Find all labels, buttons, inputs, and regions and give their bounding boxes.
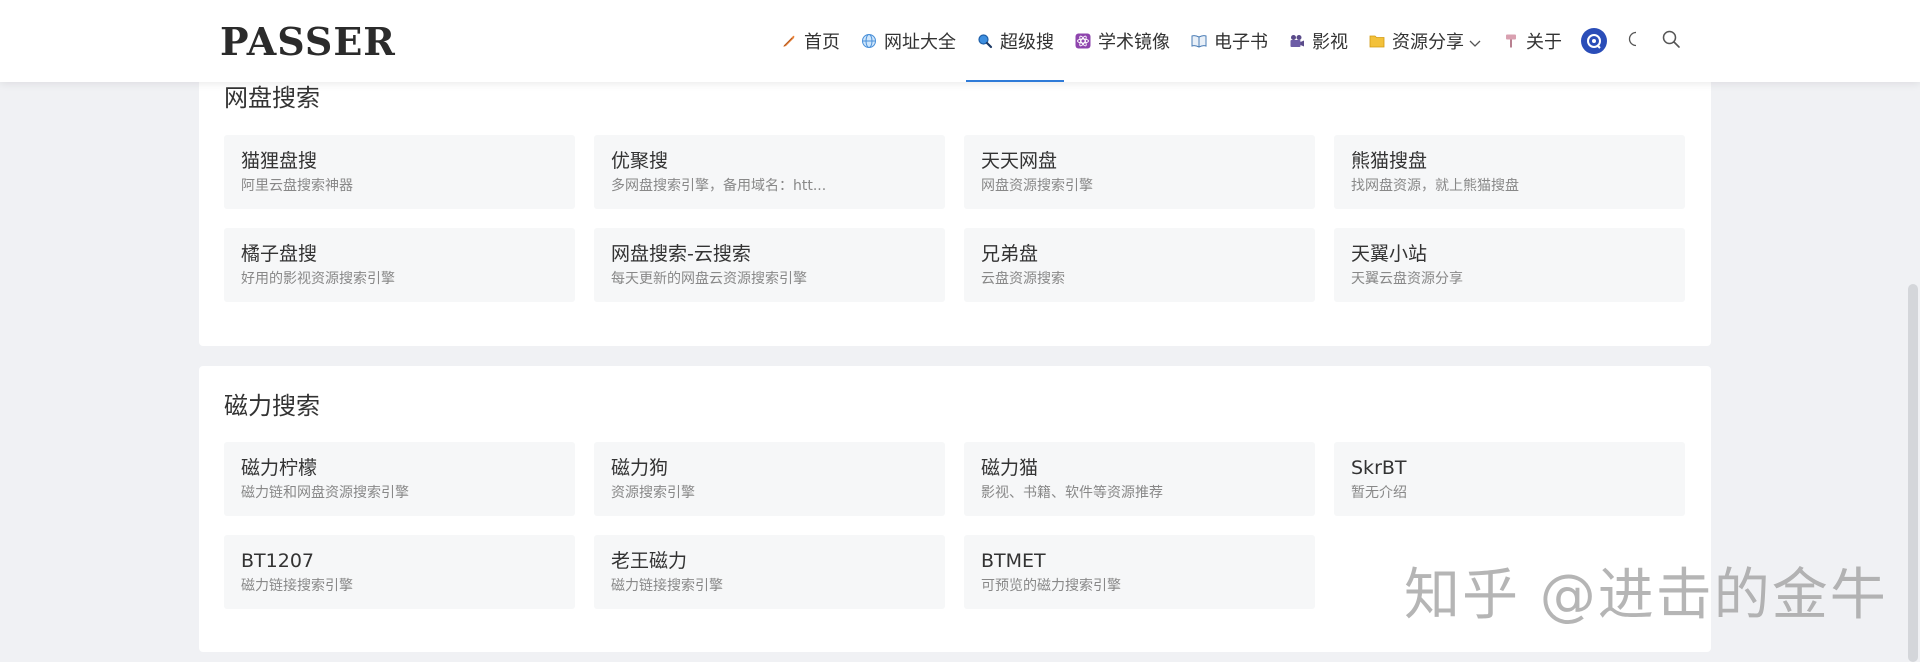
site-card[interactable]: 老王磁力 磁力链接搜索引擎 bbox=[594, 535, 945, 609]
site-desc: 暂无介绍 bbox=[1351, 485, 1407, 501]
site-name: 天天网盘 bbox=[981, 150, 1058, 172]
site-name: 磁力猫 bbox=[981, 457, 1039, 479]
book-icon bbox=[1190, 32, 1208, 50]
site-name: 优聚搜 bbox=[611, 150, 669, 172]
nav-item-label: 资源分享 bbox=[1392, 32, 1464, 53]
nav-item-home[interactable]: 首页 bbox=[770, 0, 850, 82]
site-desc: 找网盘资源，就上熊猫搜盘 bbox=[1351, 178, 1519, 194]
site-card[interactable]: 熊猫搜盘 找网盘资源，就上熊猫搜盘 bbox=[1334, 135, 1685, 209]
site-card[interactable]: 猫狸盘搜 阿里云盘搜索神器 bbox=[224, 135, 575, 209]
site-name: 橘子盘搜 bbox=[241, 243, 318, 265]
nav-item-academic[interactable]: 学术镜像 bbox=[1064, 0, 1180, 82]
site-name: 磁力柠檬 bbox=[241, 457, 318, 479]
search-icon bbox=[1661, 29, 1681, 53]
nav-item-label: 电子书 bbox=[1214, 32, 1268, 53]
nav-item-label: 关于 bbox=[1526, 32, 1562, 53]
site-grid: 猫狸盘搜 阿里云盘搜索神器 优聚搜 多网盘搜索引擎，备用域名：htt... 天天… bbox=[224, 135, 1686, 302]
site-desc: 影视、书籍、软件等资源推荐 bbox=[981, 485, 1163, 501]
site-desc: 云盘资源搜索 bbox=[981, 271, 1065, 287]
site-desc: 磁力链接搜索引擎 bbox=[241, 578, 353, 594]
camera-icon bbox=[1288, 32, 1306, 50]
site-card[interactable]: SkrBT 暂无介绍 bbox=[1334, 442, 1685, 516]
feather-icon bbox=[780, 32, 798, 50]
site-name: 熊猫搜盘 bbox=[1351, 150, 1428, 172]
site-card[interactable]: BT1207 磁力链接搜索引擎 bbox=[224, 535, 575, 609]
folder-icon bbox=[1368, 32, 1386, 50]
avatar bbox=[1581, 28, 1607, 54]
site-desc: 每天更新的网盘云资源搜索引擎 bbox=[611, 271, 807, 287]
site-desc: 磁力链接搜索引擎 bbox=[611, 578, 723, 594]
site-card[interactable]: 磁力猫 影视、书籍、软件等资源推荐 bbox=[964, 442, 1315, 516]
site-name: SkrBT bbox=[1351, 457, 1407, 479]
site-desc: 天翼云盘资源分享 bbox=[1351, 271, 1463, 287]
site-name: 老王磁力 bbox=[611, 550, 688, 572]
nav-item-resources[interactable]: 资源分享 bbox=[1358, 0, 1492, 82]
site-name: 猫狸盘搜 bbox=[241, 150, 318, 172]
site-name: 兄弟盘 bbox=[981, 243, 1039, 265]
globe-icon bbox=[860, 32, 878, 50]
nav-item-label: 首页 bbox=[804, 32, 840, 53]
site-logo[interactable]: PASSER bbox=[220, 20, 396, 64]
dark-mode-toggle[interactable] bbox=[1616, 0, 1652, 82]
watermark: 知乎 @进击的金牛 bbox=[1404, 563, 1888, 628]
site-card[interactable]: 磁力柠檬 磁力链和网盘资源搜索引擎 bbox=[224, 442, 575, 516]
nav-item-label: 网址大全 bbox=[884, 32, 956, 53]
nav-item-ebook[interactable]: 电子书 bbox=[1180, 0, 1278, 82]
site-card[interactable]: 天翼小站 天翼云盘资源分享 bbox=[1334, 228, 1685, 302]
site-card[interactable]: 网盘搜索-云搜索 每天更新的网盘云资源搜索引擎 bbox=[594, 228, 945, 302]
site-name: BTMET bbox=[981, 550, 1046, 572]
section-cloud-disk-search: 网盘搜索 猫狸盘搜 阿里云盘搜索神器 优聚搜 多网盘搜索引擎，备用域名：htt.… bbox=[199, 62, 1711, 346]
section-title: 网盘搜索 bbox=[224, 84, 320, 112]
site-card[interactable]: 天天网盘 网盘资源搜索引擎 bbox=[964, 135, 1315, 209]
site-desc: 可预览的磁力搜索引擎 bbox=[981, 578, 1121, 594]
site-name: 磁力狗 bbox=[611, 457, 669, 479]
top-navbar: PASSER 首页 网址大全 超级搜 学术镜像 电子书 影视 资源分享 关于 bbox=[0, 0, 1920, 82]
site-desc: 网盘资源搜索引擎 bbox=[981, 178, 1093, 194]
site-card[interactable]: 橘子盘搜 好用的影视资源搜索引擎 bbox=[224, 228, 575, 302]
site-name: 天翼小站 bbox=[1351, 243, 1428, 265]
moon-icon bbox=[1625, 30, 1643, 52]
site-desc: 资源搜索引擎 bbox=[611, 485, 695, 501]
search-icon bbox=[976, 32, 994, 50]
site-name: BT1207 bbox=[241, 550, 314, 572]
site-desc: 多网盘搜索引擎，备用域名：htt... bbox=[611, 178, 827, 194]
nav-item-movies[interactable]: 影视 bbox=[1278, 0, 1358, 82]
user-avatar[interactable] bbox=[1572, 0, 1616, 82]
site-card[interactable]: 兄弟盘 云盘资源搜索 bbox=[964, 228, 1315, 302]
site-desc: 磁力链和网盘资源搜索引擎 bbox=[241, 485, 409, 501]
atom-icon bbox=[1074, 32, 1092, 50]
scrollbar-track[interactable] bbox=[1905, 0, 1920, 662]
nav-item-about[interactable]: 关于 bbox=[1492, 0, 1572, 82]
main-nav: 首页 网址大全 超级搜 学术镜像 电子书 影视 资源分享 关于 bbox=[770, 0, 1690, 82]
nav-item-sites[interactable]: 网址大全 bbox=[850, 0, 966, 82]
nav-item-label: 学术镜像 bbox=[1098, 32, 1170, 53]
nav-item-label: 超级搜 bbox=[1000, 32, 1054, 53]
pin-icon bbox=[1502, 32, 1520, 50]
site-desc: 阿里云盘搜索神器 bbox=[241, 178, 353, 194]
site-name: 网盘搜索-云搜索 bbox=[611, 243, 751, 265]
nav-item-super-search[interactable]: 超级搜 bbox=[966, 0, 1064, 82]
chevron-down-icon bbox=[1468, 34, 1482, 48]
site-card[interactable]: 磁力狗 资源搜索引擎 bbox=[594, 442, 945, 516]
section-title: 磁力搜索 bbox=[224, 392, 320, 420]
site-card[interactable]: BTMET 可预览的磁力搜索引擎 bbox=[964, 535, 1315, 609]
scrollbar-thumb[interactable] bbox=[1908, 284, 1918, 662]
site-desc: 好用的影视资源搜索引擎 bbox=[241, 271, 395, 287]
search-button[interactable] bbox=[1652, 0, 1690, 82]
site-card[interactable]: 优聚搜 多网盘搜索引擎，备用域名：htt... bbox=[594, 135, 945, 209]
nav-item-label: 影视 bbox=[1312, 32, 1348, 53]
